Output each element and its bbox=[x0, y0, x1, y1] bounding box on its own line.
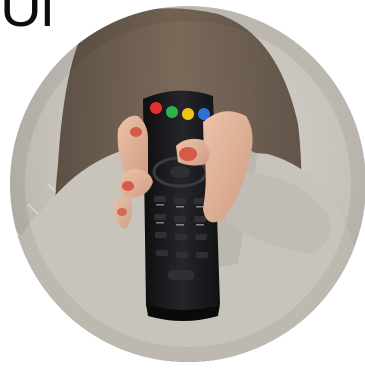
photo-circle bbox=[10, 6, 365, 362]
red-button bbox=[150, 102, 162, 114]
fingernail bbox=[130, 127, 142, 137]
yellow-button bbox=[182, 108, 194, 120]
green-button bbox=[166, 106, 178, 118]
page: Ul bbox=[0, 0, 365, 368]
